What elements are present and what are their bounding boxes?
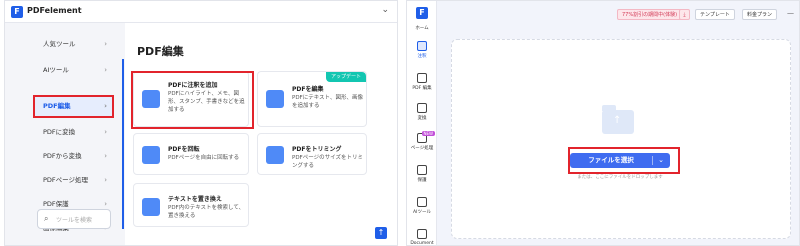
rail-item-label: AIツール bbox=[413, 210, 431, 215]
app-logo: F bbox=[416, 7, 428, 19]
pricing-button[interactable]: 料金プラン bbox=[742, 9, 778, 20]
card-title: PDFを回転 bbox=[168, 146, 200, 153]
sidebar-item-label: AIツール bbox=[43, 66, 69, 74]
sidebar-item-label: 人気ツール bbox=[43, 40, 76, 48]
chevron-down-icon[interactable]: ⌄ bbox=[381, 5, 389, 15]
rail-item-label: Document bbox=[410, 241, 434, 246]
sidebar-item-label: PDFページ処理 bbox=[43, 176, 89, 184]
pdfelement-home-window: F ホーム 注釈 PDF 編集 変換 NEW ページ処理 保護 AIツール Do… bbox=[406, 0, 800, 246]
pdfelement-tools-window: F PDFelement ⌄ 人気ツール › AIツール › PDF編集 › P… bbox=[4, 0, 398, 246]
chevron-right-icon: › bbox=[104, 152, 107, 160]
sidebar-item-label: PDFから変換 bbox=[43, 152, 82, 160]
scroll-to-top-button[interactable]: ↑ bbox=[375, 227, 387, 239]
template-button[interactable]: テンプレート bbox=[695, 9, 735, 20]
rail-item-ai-tools[interactable]: AIツール bbox=[407, 197, 437, 215]
convert-icon bbox=[417, 103, 427, 113]
rail-item-pages[interactable]: NEW ページ処理 bbox=[407, 131, 437, 151]
app-name: PDFelement bbox=[27, 6, 82, 15]
rail-item-label: 保護 bbox=[417, 178, 427, 183]
update-badge: アップデート bbox=[325, 72, 366, 82]
download-icon[interactable]: ⤓ bbox=[679, 9, 690, 20]
sidebar-item-to-pdf[interactable]: PDFに変換 › bbox=[33, 121, 113, 143]
sidebar-item-label: PDF保護 bbox=[43, 200, 69, 208]
highlight-box bbox=[131, 71, 254, 129]
tool-search-input[interactable]: ⌕ ツールを検索 bbox=[37, 209, 111, 229]
document-icon bbox=[417, 229, 427, 239]
annotate-icon bbox=[417, 41, 427, 51]
search-placeholder: ツールを検索 bbox=[56, 217, 93, 224]
card-crop-pdf[interactable]: PDFをトリミング PDFページのサイズをトリミングする bbox=[257, 133, 367, 175]
chevron-right-icon: › bbox=[104, 66, 107, 74]
minimize-icon[interactable]: — bbox=[787, 9, 794, 17]
top-bar: 77%割引の期間中(体験) ⤓ テンプレート 料金プラン — bbox=[437, 1, 799, 27]
page-title: PDF編集 bbox=[137, 45, 184, 58]
folder-upload-icon: ↑ bbox=[602, 105, 634, 134]
rail-item-label: PDF 編集 bbox=[412, 86, 432, 91]
card-rotate-pdf[interactable]: PDFを回転 PDFページを自由に回転する bbox=[133, 133, 249, 175]
card-title: テキストを置き換え bbox=[168, 196, 222, 203]
card-title: PDFを編集 bbox=[292, 86, 324, 93]
rail-item-label: 注釈 bbox=[417, 54, 427, 59]
app-logo: F bbox=[11, 6, 23, 18]
section-divider bbox=[122, 59, 124, 229]
card-desc: PDF内のテキストを検索して、置き換える bbox=[168, 205, 245, 219]
edit-icon bbox=[417, 73, 427, 83]
rail-item-annotate[interactable]: 注釈 bbox=[407, 41, 437, 59]
sidebar-item-from-pdf[interactable]: PDFから変換 › bbox=[33, 145, 113, 167]
card-title: PDFをトリミング bbox=[292, 146, 342, 153]
rail-item-convert[interactable]: 変換 bbox=[407, 103, 437, 121]
pdf-edit-panel: PDF編集 PDFに注釈を追加 PDFにハイライト、メモ、図形、スタンプ、手書き… bbox=[125, 23, 397, 245]
chevron-right-icon: › bbox=[104, 128, 107, 136]
rail-item-pdf-edit[interactable]: PDF 編集 bbox=[407, 73, 437, 91]
sidebar-item-page-ops[interactable]: PDFページ処理 › bbox=[33, 169, 113, 191]
nav-rail: F ホーム 注釈 PDF 編集 変換 NEW ページ処理 保護 AIツール Do… bbox=[407, 1, 437, 246]
replace-text-icon bbox=[142, 198, 160, 216]
rail-item-label: ページ処理 bbox=[410, 146, 434, 151]
ai-robot-icon bbox=[417, 197, 427, 207]
upload-arrow-icon: ↑ bbox=[613, 115, 622, 126]
rail-item-label: ホーム bbox=[415, 26, 429, 31]
new-badge: NEW bbox=[421, 131, 435, 136]
shield-icon bbox=[417, 165, 427, 175]
rotate-icon bbox=[142, 146, 160, 164]
title-bar: F PDFelement ⌄ bbox=[5, 1, 397, 23]
card-replace-text[interactable]: テキストを置き換え PDF内のテキストを検索して、置き換える bbox=[133, 183, 249, 227]
highlight-box bbox=[33, 95, 114, 118]
rail-item-protect[interactable]: 保護 bbox=[407, 165, 437, 183]
card-desc: PDFページのサイズをトリミングする bbox=[292, 155, 363, 169]
chevron-right-icon: › bbox=[104, 40, 107, 48]
rail-item-label: 変換 bbox=[417, 116, 427, 121]
drop-hint: または、ここにファイルをドロップします bbox=[577, 175, 663, 180]
rail-item-document[interactable]: Document bbox=[407, 229, 437, 246]
card-desc: PDFにテキスト、図形、画像を追加する bbox=[292, 95, 363, 109]
edit-doc-icon bbox=[266, 90, 284, 108]
sidebar-item-label: PDFに変換 bbox=[43, 128, 76, 136]
chevron-right-icon: › bbox=[104, 176, 107, 184]
search-icon: ⌕ bbox=[44, 214, 49, 223]
crop-icon bbox=[266, 146, 284, 164]
promo-badge[interactable]: 77%割引の期間中(体験) bbox=[617, 9, 683, 20]
highlight-box bbox=[568, 147, 680, 174]
card-edit-pdf[interactable]: アップデート PDFを編集 PDFにテキスト、図形、画像を追加する bbox=[257, 71, 367, 127]
sidebar-item-ai-tools[interactable]: AIツール › bbox=[33, 59, 113, 81]
card-desc: PDFページを自由に回転する bbox=[168, 155, 240, 161]
file-drop-zone[interactable]: ↑ ファイルを選択 ⌄ または、ここにファイルをドロップします bbox=[451, 39, 791, 239]
rail-item-home[interactable]: ホーム bbox=[407, 23, 437, 31]
sidebar-item-popular[interactable]: 人気ツール › bbox=[33, 33, 113, 55]
